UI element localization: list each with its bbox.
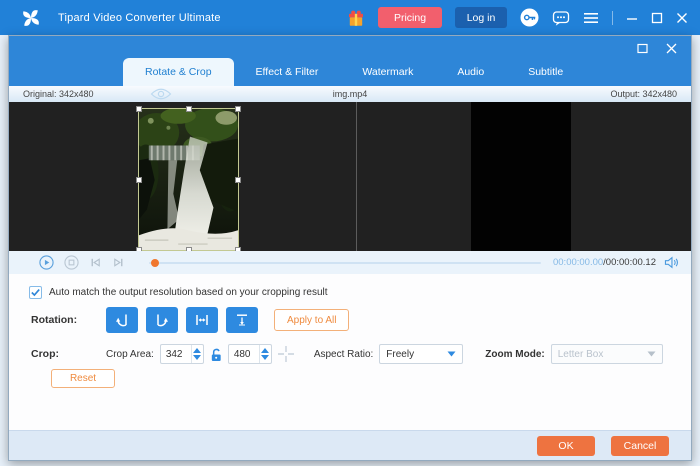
dialog-maximize-icon[interactable] xyxy=(637,43,648,54)
stop-icon[interactable] xyxy=(64,255,79,270)
options-panel: Auto match the output resolution based o… xyxy=(9,274,691,430)
playback-controls: 00:00:00.00/00:00:00.12 xyxy=(9,251,691,274)
flip-vertical-button[interactable] xyxy=(226,307,258,333)
file-name: img.mp4 xyxy=(9,89,691,99)
ok-button[interactable]: OK xyxy=(537,436,595,456)
waterfall-video-frame xyxy=(139,109,238,250)
rotation-row: Rotation: xyxy=(31,307,349,333)
crop-area-label: Crop Area: xyxy=(106,349,154,360)
aspect-ratio-label: Aspect Ratio: xyxy=(314,349,373,360)
tab-audio[interactable]: Audio xyxy=(435,58,506,86)
auto-match-option[interactable]: Auto match the output resolution based o… xyxy=(29,286,328,299)
reset-row: Reset xyxy=(51,369,115,388)
volume-icon[interactable] xyxy=(664,256,679,269)
cancel-button[interactable]: Cancel xyxy=(611,436,669,456)
zoom-mode-label: Zoom Mode: xyxy=(485,349,544,360)
center-crosshair-icon[interactable] xyxy=(277,345,295,363)
seek-thumb[interactable] xyxy=(151,259,159,267)
output-preview-frame xyxy=(471,102,571,251)
apply-to-all-button[interactable]: Apply to All xyxy=(274,309,349,331)
dialog-close-icon[interactable] xyxy=(666,43,677,54)
aspect-ratio-value: Freely xyxy=(386,349,414,360)
rotate-left-button[interactable] xyxy=(106,307,138,333)
feedback-icon[interactable] xyxy=(552,9,570,27)
zoom-mode-value: Letter Box xyxy=(558,349,604,360)
crop-handle-top-center[interactable] xyxy=(186,106,192,112)
login-button[interactable]: Log in xyxy=(455,7,507,28)
titlebar: Tipard Video Converter Ultimate Pricing … xyxy=(0,0,700,35)
auto-match-label: Auto match the output resolution based o… xyxy=(49,287,328,298)
info-bar: Original: 342x480 img.mp4 Output: 342x48… xyxy=(9,86,691,102)
time-display: 00:00:00.00/00:00:00.12 xyxy=(553,257,656,268)
titlebar-divider xyxy=(612,11,613,25)
rotate-right-button[interactable] xyxy=(146,307,178,333)
tab-watermark[interactable]: Watermark xyxy=(340,58,435,86)
register-key-icon[interactable] xyxy=(520,8,539,27)
output-resolution-label: Output: 342x480 xyxy=(610,89,677,99)
lock-aspect-icon[interactable] xyxy=(209,347,223,362)
next-frame-icon[interactable] xyxy=(112,256,125,269)
previous-frame-icon[interactable] xyxy=(89,256,102,269)
pricing-button[interactable]: Pricing xyxy=(378,7,442,28)
auto-match-checkbox[interactable] xyxy=(29,286,42,299)
video-preview-area xyxy=(9,102,691,251)
titlebar-actions: Pricing Log in xyxy=(347,7,688,28)
app-window: Tipard Video Converter Ultimate Pricing … xyxy=(0,0,700,466)
crop-width-field xyxy=(160,344,204,364)
crop-height-input[interactable] xyxy=(229,349,259,360)
app-title: Tipard Video Converter Ultimate xyxy=(58,12,221,24)
crop-handle-bottom-left[interactable] xyxy=(136,247,142,251)
chevron-down-icon xyxy=(447,351,456,357)
seek-track xyxy=(149,262,541,264)
crop-handle-top-right[interactable] xyxy=(235,106,241,112)
close-icon[interactable] xyxy=(676,12,688,24)
edit-dialog: Rotate & Crop Effect & Filter Watermark … xyxy=(8,35,692,461)
total-time: /00:00:00.12 xyxy=(603,257,656,268)
current-time: 00:00:00.00 xyxy=(553,257,603,268)
dialog-footer: OK Cancel xyxy=(9,430,691,460)
crop-height-field xyxy=(228,344,272,364)
flip-horizontal-button[interactable] xyxy=(186,307,218,333)
preview-divider xyxy=(356,102,357,251)
tab-rotate-crop[interactable]: Rotate & Crop xyxy=(123,58,234,86)
menu-icon[interactable] xyxy=(583,11,599,25)
chevron-down-icon xyxy=(647,351,656,357)
crop-handle-top-left[interactable] xyxy=(136,106,142,112)
crop-height-stepper[interactable] xyxy=(259,345,271,363)
tab-effect-filter[interactable]: Effect & Filter xyxy=(234,58,341,86)
zoom-mode-dropdown[interactable]: Letter Box xyxy=(551,344,663,364)
tab-subtitle[interactable]: Subtitle xyxy=(506,58,585,86)
play-icon[interactable] xyxy=(39,255,54,270)
reset-button[interactable]: Reset xyxy=(51,369,115,388)
crop-handle-mid-left[interactable] xyxy=(136,177,142,183)
crop-width-stepper[interactable] xyxy=(191,345,203,363)
crop-handle-mid-right[interactable] xyxy=(235,177,241,183)
minimize-icon[interactable] xyxy=(626,12,638,24)
maximize-icon[interactable] xyxy=(651,12,663,24)
edit-tabs: Rotate & Crop Effect & Filter Watermark … xyxy=(123,58,585,86)
crop-row: Crop: Crop Area: xyxy=(31,344,663,364)
crop-handle-bottom-center[interactable] xyxy=(186,247,192,251)
gift-icon[interactable] xyxy=(347,9,365,27)
aspect-ratio-dropdown[interactable]: Freely xyxy=(379,344,463,364)
crop-label: Crop: xyxy=(31,348,106,360)
app-logo-icon xyxy=(20,7,42,29)
crop-width-input[interactable] xyxy=(161,349,191,360)
dialog-header: Rotate & Crop Effect & Filter Watermark … xyxy=(9,36,691,86)
crop-handle-bottom-right[interactable] xyxy=(235,247,241,251)
rotation-label: Rotation: xyxy=(31,314,106,326)
crop-selection[interactable] xyxy=(138,108,239,251)
seek-slider[interactable] xyxy=(149,259,541,267)
